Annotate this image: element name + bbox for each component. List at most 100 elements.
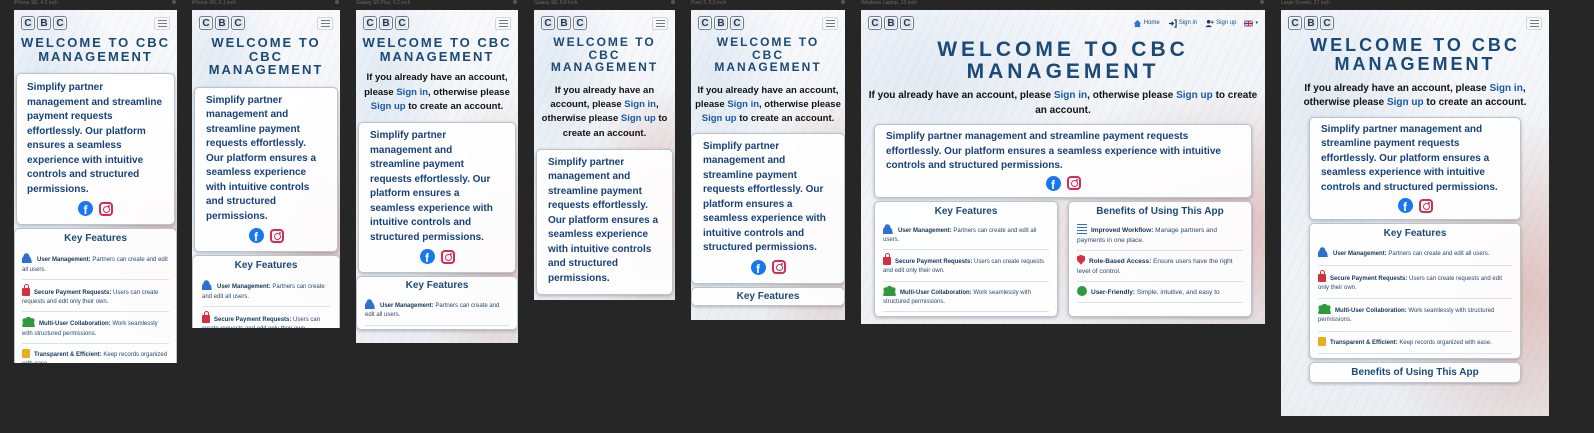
- group-icon: [1318, 304, 1331, 315]
- logo[interactable]: CBC: [868, 16, 914, 30]
- logo-letter: B: [1304, 16, 1318, 30]
- logo-letter: C: [1288, 16, 1302, 30]
- user-icon: [365, 299, 376, 310]
- nav-signin[interactable]: Sign in: [1168, 18, 1197, 28]
- logo[interactable]: CBC: [21, 16, 67, 30]
- device-menu-dot[interactable]: [513, 0, 517, 4]
- logo[interactable]: CBC: [199, 16, 245, 30]
- feature-item: Secure Payment Requests: Users can creat…: [1318, 266, 1512, 300]
- key-features-title: Key Features: [234, 260, 298, 272]
- device-menu-dot[interactable]: [335, 0, 339, 4]
- signup-link[interactable]: Sign up: [1176, 90, 1213, 101]
- device-menu-dot[interactable]: [172, 0, 176, 4]
- logo[interactable]: CBC: [541, 16, 587, 30]
- signin-link[interactable]: Sign in: [624, 99, 656, 110]
- instagram-icon[interactable]: [440, 249, 455, 264]
- description-card: Simplify partner management and streamli…: [1309, 116, 1521, 221]
- hamburger-menu-icon[interactable]: [822, 16, 838, 30]
- facebook-icon[interactable]: f: [1397, 198, 1413, 214]
- description-card: Simplify partner management and streamli…: [691, 132, 845, 284]
- logo-letter: C: [363, 16, 377, 30]
- language-selector[interactable]: ▾: [1244, 19, 1258, 28]
- benefits-card: Benefits of Using This App Improved Work…: [1068, 200, 1252, 318]
- signup-link[interactable]: Sign up: [371, 101, 406, 112]
- logo-letter: B: [37, 16, 51, 30]
- nav-home[interactable]: Home: [1133, 19, 1160, 28]
- feature-name: Secure Payment Requests:: [34, 289, 112, 296]
- feature-item: Multi-User Collaboration: Work seamlessl…: [22, 312, 169, 345]
- nav-signup-label: Sign up: [1216, 20, 1237, 26]
- social-links: f: [1321, 198, 1509, 214]
- facebook-icon[interactable]: f: [248, 228, 264, 244]
- facebook-icon[interactable]: f: [750, 259, 766, 275]
- feature-name: User Management:: [217, 284, 271, 291]
- user-icon: [1318, 247, 1329, 258]
- instagram-icon[interactable]: [1066, 176, 1081, 191]
- logo[interactable]: CBC: [363, 16, 409, 30]
- description-text: Simplify partner management and streamli…: [27, 82, 163, 195]
- intro-suffix: to create an account.: [1426, 97, 1527, 109]
- key-features-card: Key Features User Management: Partners c…: [356, 276, 518, 330]
- description-card: Simplify partner management and streamli…: [16, 73, 175, 226]
- logo-letter: B: [884, 16, 898, 30]
- feature-item: Transparent & Efficient: Keep records or…: [1318, 332, 1512, 355]
- benefit-name: User-Friendly:: [1091, 288, 1136, 296]
- signin-link[interactable]: Sign in: [1054, 90, 1087, 101]
- device-menu-dot[interactable]: [1260, 0, 1264, 4]
- facebook-icon[interactable]: f: [419, 249, 435, 265]
- facebook-icon[interactable]: f: [1045, 175, 1061, 191]
- social-links: f: [27, 201, 164, 217]
- hamburger-menu-icon[interactable]: [317, 16, 333, 30]
- description-text: Simplify partner management and streamli…: [548, 156, 659, 284]
- feature-name: User Management:: [380, 303, 434, 310]
- uk-flag-icon: [1244, 19, 1254, 27]
- topbar: CBC: [691, 10, 845, 36]
- page-title: WELCOME TO CBC MANAGEMENT: [1310, 35, 1520, 74]
- topbar: CBC: [1281, 10, 1549, 36]
- signup-link[interactable]: Sign up: [702, 113, 737, 124]
- logo[interactable]: CBC: [1288, 16, 1334, 30]
- benefits-title: Benefits of Using This App: [1096, 205, 1224, 217]
- key-features-title: Key Features: [405, 280, 469, 292]
- device-menu-dot[interactable]: [841, 0, 845, 4]
- signup-link[interactable]: Sign up: [621, 113, 656, 124]
- home-icon: [1133, 19, 1141, 27]
- topbar: CBC: [14, 10, 177, 36]
- nav-signup[interactable]: Sign up: [1205, 19, 1236, 28]
- signin-link[interactable]: Sign in: [727, 99, 759, 110]
- key-features-title: Key Features: [934, 205, 998, 217]
- feature-item: Secure Payment Requests: Users can creat…: [202, 307, 330, 328]
- hamburger-menu-icon[interactable]: [652, 16, 668, 30]
- signin-link[interactable]: Sign in: [396, 87, 428, 98]
- description-text: Simplify partner management and streamli…: [703, 140, 826, 254]
- description-text: Simplify partner management and streamli…: [370, 130, 493, 243]
- nav-home-label: Home: [1143, 20, 1160, 26]
- logo-letter: C: [395, 16, 409, 30]
- benefit-text: Simple, intuitive, and easy to: [1136, 288, 1220, 296]
- logo-letter: B: [379, 16, 393, 30]
- hamburger-menu-icon[interactable]: [495, 16, 511, 30]
- list-icon: [1077, 223, 1087, 234]
- device-menu-dot[interactable]: [671, 0, 675, 4]
- device-label: Large Screen, 27 inch: [1281, 0, 1330, 6]
- feature-item: Multi-User Collaboration: Work seamlessl…: [883, 282, 1049, 313]
- logo-letter: C: [698, 16, 712, 30]
- topbar: CBC Home Sign in Sign up ▾: [861, 10, 1265, 36]
- key-features-card: Key Features User Management: Partners c…: [14, 228, 177, 363]
- benefit-name: Role-Based Access:: [1089, 257, 1152, 265]
- topbar: CBC: [534, 10, 675, 36]
- feature-name: Multi-User Collaboration:: [39, 321, 111, 328]
- instagram-icon[interactable]: [1418, 198, 1433, 213]
- hamburger-menu-icon[interactable]: [154, 16, 170, 30]
- logo[interactable]: CBC: [698, 16, 744, 30]
- instagram-icon[interactable]: [771, 260, 786, 275]
- signin-link[interactable]: Sign in: [1489, 83, 1522, 94]
- signup-link[interactable]: Sign up: [1387, 97, 1424, 108]
- instagram-icon[interactable]: [269, 228, 284, 243]
- logo-letter: B: [557, 16, 571, 30]
- hamburger-menu-icon[interactable]: [1526, 16, 1542, 30]
- facebook-icon[interactable]: f: [78, 201, 93, 217]
- chevron-down-icon: ▾: [1255, 20, 1258, 26]
- instagram-icon[interactable]: [99, 201, 113, 216]
- user-icon: [202, 280, 213, 291]
